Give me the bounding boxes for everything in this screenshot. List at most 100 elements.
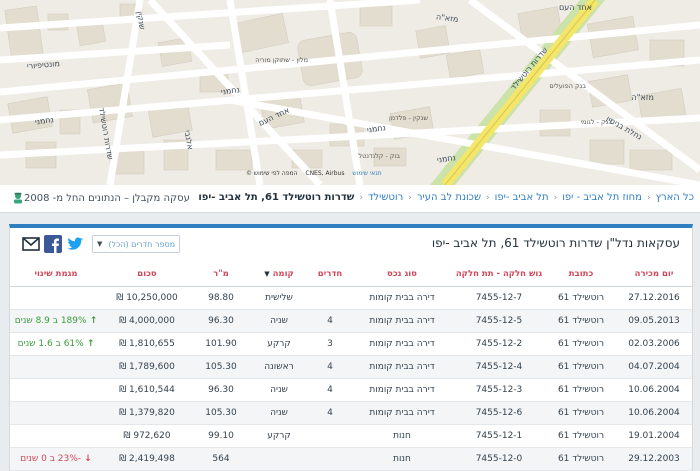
rooms-filter-select[interactable]: מספר חדרים (הכל) ▼: [92, 235, 181, 253]
cell-floor: שלישית: [250, 286, 308, 310]
column-header-sqm[interactable]: מ"ר: [192, 262, 250, 287]
email-icon[interactable]: [22, 235, 40, 253]
column-header-amount[interactable]: סכום: [102, 262, 192, 287]
map-place-label: בוק - קלנדנטל: [358, 152, 400, 160]
breadcrumb-item[interactable]: רוטשילד: [368, 192, 403, 203]
column-header-trend[interactable]: מגמת שינוי: [10, 262, 102, 287]
cell-type: חנות: [352, 424, 452, 448]
cell-rooms: 4: [308, 401, 352, 425]
cell-sqm: 96.30: [192, 309, 250, 333]
breadcrumb-bar: כל הארץ ‹ מחוז תל אביב - יפו ‹ תל אביב -…: [0, 185, 700, 213]
column-header-address[interactable]: כתובת: [546, 262, 616, 287]
cell-address: רוטשילד 61: [546, 309, 616, 333]
contractor-text: עסקה מקבלן – הנתונים החל מ- 2008: [24, 192, 190, 204]
table-row[interactable]: 09.05.2013 רוטשילד 61 7455-12-5 דירה בבית ק…: [10, 309, 692, 333]
cell-parcel: 7455-12-7: [452, 286, 546, 310]
column-header-type[interactable]: סוג נכס: [352, 262, 452, 287]
cell-floor: שניה: [250, 309, 308, 333]
cell-rooms: 4: [308, 355, 352, 379]
cell-type: דירה בבית קומות: [352, 332, 452, 356]
cell-type: דירה בבית קומות: [352, 309, 452, 333]
column-header-parcel[interactable]: גוש חלקה - תת חלקה: [452, 262, 546, 287]
cell-rooms: [308, 447, 352, 471]
cell-amount: 1,610,544 ₪: [102, 378, 192, 402]
cell-date: 29.12.2003: [616, 447, 692, 471]
contractor-icon: [14, 192, 22, 204]
cell-parcel: 7455-12-3: [452, 378, 546, 402]
cell-trend: ↑ 61% ב 1.6 שנים: [10, 332, 102, 356]
column-header-rooms[interactable]: חדרים: [308, 262, 352, 287]
column-header-floor[interactable]: קומה ▼: [250, 262, 308, 287]
map-attribution-text: © המפה לפי שימוש: [246, 170, 298, 177]
cell-date: 27.12.2016: [616, 286, 692, 310]
cell-rooms: 4: [308, 378, 352, 402]
cell-amount: 1,789,600 ₪: [102, 355, 192, 379]
map-attribution-text: CNES, Airbus: [305, 170, 345, 177]
cell-floor: קרקע: [250, 424, 308, 448]
map-place-label: מלון - שתוקן מוריה: [255, 56, 308, 64]
table-header-row: יום מכירה כתובת גוש חלקה - תת חלקה סוג נ…: [10, 262, 692, 287]
map-street-label: מזא"ה: [632, 93, 654, 102]
cell-sqm: 96.30: [192, 378, 250, 402]
chevron-down-icon: ▼: [97, 240, 103, 248]
twitter-icon[interactable]: [66, 235, 84, 253]
cell-amount: 4,000,000 ₪: [102, 309, 192, 333]
cell-trend: [10, 424, 102, 448]
map-place-label: שנקין - פלדמן: [389, 114, 428, 122]
map-canvas[interactable]: שדרות רוטשילד מזא"ה מזא"ה נחמני נחמני נח…: [0, 0, 700, 185]
table-row[interactable]: 19.01.2004 רוטשילד 61 7455-12-1 חנות קרקע 99.…: [10, 424, 692, 448]
trend-text: 61% ב 1.6 שנים: [17, 338, 84, 349]
map-street-label: מונטיפיורי: [26, 59, 60, 71]
map-place-label: בנק - לגומי: [581, 118, 613, 126]
table-row[interactable]: 02.03.2006 רוטשילד 61 7455-12-2 דירה בבית ק…: [10, 332, 692, 356]
cell-floor: [250, 447, 308, 471]
breadcrumb-item[interactable]: מחוז תל אביב - יפו: [562, 192, 642, 203]
cell-sqm: 105.30: [192, 401, 250, 425]
cell-address: רוטשילד 61: [546, 286, 616, 310]
map[interactable]: שדרות רוטשילד מזא"ה מזא"ה נחמני נחמני נח…: [0, 0, 700, 185]
map-street-label: מזא"ה: [435, 12, 458, 24]
table-row[interactable]: 10.06.2004 רוטשילד 61 7455-12-6 דירה בבית ק…: [10, 401, 692, 425]
cell-sqm: 564: [192, 447, 250, 471]
breadcrumb-item[interactable]: שכונת לב העיר: [417, 192, 481, 203]
breadcrumb: כל הארץ ‹ מחוז תל אביב - יפו ‹ תל אביב -…: [198, 192, 694, 203]
table-row[interactable]: 10.06.2004 רוטשילד 61 7455-12-3 דירה בבית ק…: [10, 378, 692, 402]
cell-floor: קרקע: [250, 332, 308, 356]
facebook-icon[interactable]: [44, 235, 62, 253]
cell-parcel: 7455-12-1: [452, 424, 546, 448]
cell-type: דירה בבית קומות: [352, 401, 452, 425]
column-header-date[interactable]: יום מכירה: [616, 262, 692, 287]
cell-rooms: [308, 424, 352, 448]
cell-floor: שניה: [250, 378, 308, 402]
arrow-up-icon: ↑: [83, 338, 95, 349]
cell-parcel: 7455-12-4: [452, 355, 546, 379]
cell-address: רוטשילד 61: [546, 355, 616, 379]
cell-amount: 1,379,820 ₪: [102, 401, 192, 425]
breadcrumb-item[interactable]: תל אביב -יפו: [495, 192, 549, 203]
column-header-floor-label: קומה: [272, 268, 294, 279]
cell-date: 10.06.2004: [616, 401, 692, 425]
trend-text: -23% ב 0 שנים: [20, 453, 82, 464]
cell-date: 10.06.2004: [616, 378, 692, 402]
cell-sqm: 105.30: [192, 355, 250, 379]
table-row[interactable]: 29.12.2003 רוטשילד 61 7455-12-0 חנות 564 2,41…: [10, 447, 692, 471]
cell-trend: [10, 401, 102, 425]
table-row[interactable]: 04.07.2004 רוטשילד 61 7455-12-4 דירה בבית ק…: [10, 355, 692, 379]
map-street-label: אחד העם: [559, 3, 592, 12]
table-row[interactable]: 27.12.2016 רוטשילד 61 7455-12-7 דירה בבית ק…: [10, 286, 692, 310]
map-terms-link[interactable]: תנאי שימוש: [352, 170, 381, 177]
breadcrumb-separator-icon: ‹: [408, 192, 412, 203]
sort-down-icon: ▼: [264, 269, 270, 278]
page: שדרות רוטשילד מזא"ה מזא"ה נחמני נחמני נח…: [0, 0, 700, 471]
rooms-filter-value: מספר חדרים (הכל): [108, 239, 176, 249]
cell-sqm: 101.90: [192, 332, 250, 356]
breadcrumb-separator-icon: ‹: [359, 192, 363, 203]
cell-address: רוטשילד 61: [546, 332, 616, 356]
breadcrumb-item[interactable]: כל הארץ: [656, 192, 694, 203]
cell-type: דירה בבית קומות: [352, 355, 452, 379]
cell-address: רוטשילד 61: [546, 424, 616, 448]
cell-date: 04.07.2004: [616, 355, 692, 379]
transactions-table: יום מכירה כתובת גוש חלקה - תת חלקה סוג נ…: [10, 262, 692, 471]
cell-parcel: 7455-12-2: [452, 332, 546, 356]
cell-trend: ↑ 189% ב 8.9 שנים: [10, 309, 102, 333]
